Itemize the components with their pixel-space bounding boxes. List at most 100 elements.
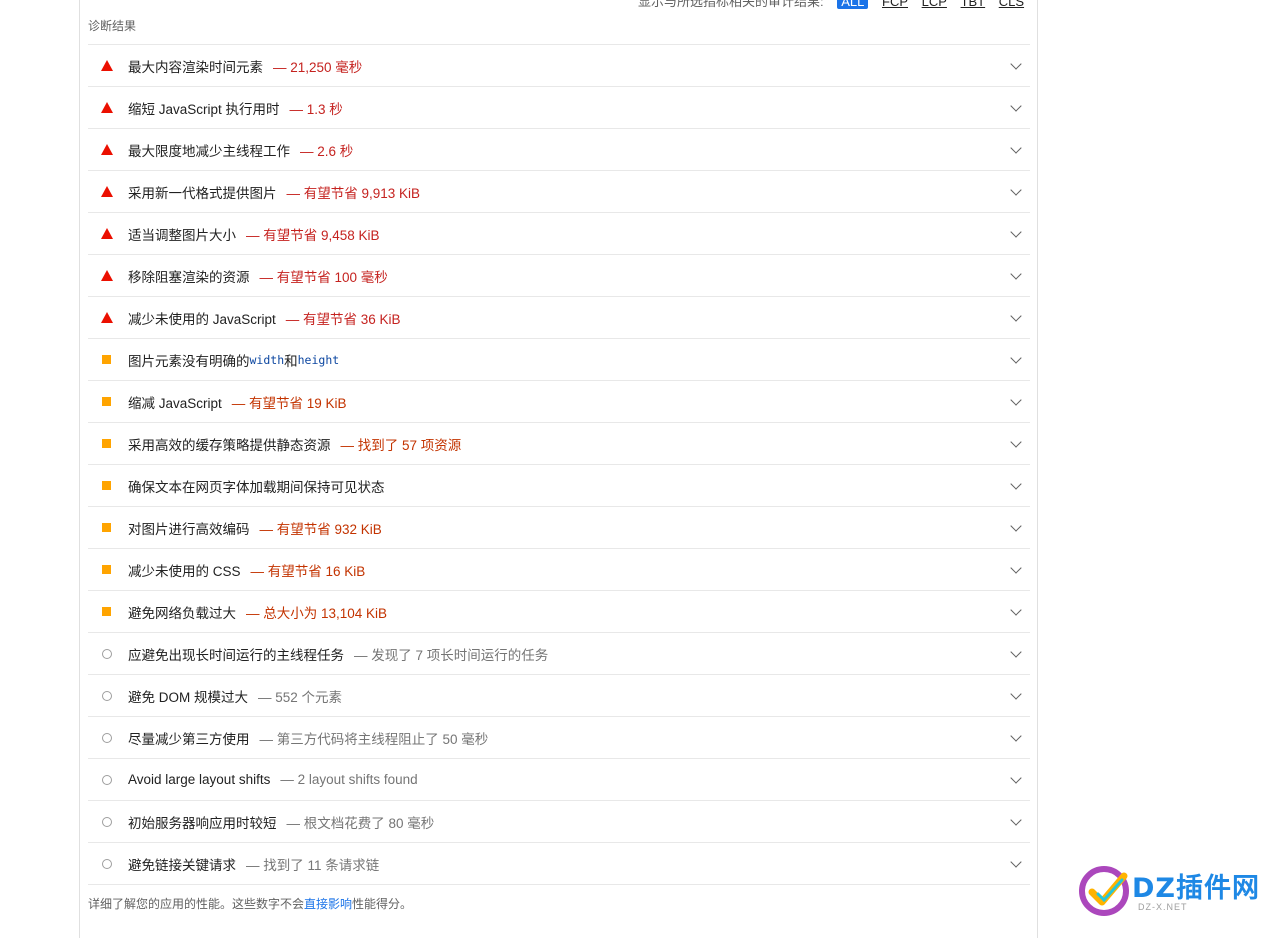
audit-row[interactable]: 最大限度地减少主线程工作 — 2.6 秒 [88, 128, 1030, 170]
audit-display-value: — 有望节省 36 KiB [285, 311, 401, 327]
code-height: height [297, 352, 340, 367]
average-square-icon [102, 439, 111, 448]
severity-icon-wrap [88, 858, 128, 869]
footer-link[interactable]: 直接影响 [304, 897, 352, 911]
section-title: 诊断结果 [88, 19, 137, 33]
watermark-url: DZ-X.NET [1138, 902, 1188, 912]
audit-title: 移除阻塞渲染的资源 [128, 269, 250, 285]
chevron-down-icon[interactable] [1010, 268, 1022, 280]
audit-row[interactable]: 图片元素没有明确的 width 和 height [88, 338, 1030, 380]
severity-icon-wrap [88, 690, 128, 701]
audit-title: 采用高效的缓存策略提供静态资源 [128, 437, 331, 453]
audit-row[interactable]: 减少未使用的 CSS — 有望节省 16 KiB [88, 548, 1030, 590]
audit-title-mid: 和 [284, 353, 298, 369]
filter-cls[interactable]: CLS [999, 0, 1024, 9]
filter-lcp[interactable]: LCP [922, 0, 947, 9]
audit-title: 最大内容渲染时间元素 [128, 59, 263, 75]
audit-display-value: — 找到了 57 项资源 [340, 437, 462, 453]
severity-icon-wrap [88, 439, 128, 448]
severity-icon-wrap [88, 565, 128, 574]
audit-display-value: — 有望节省 16 KiB [250, 563, 366, 579]
audit-row[interactable]: 减少未使用的 JavaScript — 有望节省 36 KiB [88, 296, 1030, 338]
audit-row[interactable]: Avoid large layout shifts — 2 layout shif… [88, 758, 1030, 800]
audit-title: Avoid large layout shifts [128, 772, 271, 787]
fail-triangle-icon [101, 102, 113, 113]
fail-triangle-icon [101, 270, 113, 281]
audit-row[interactable]: 缩短 JavaScript 执行用时 — 1.3 秒 [88, 86, 1030, 128]
chevron-down-icon[interactable] [1010, 814, 1022, 826]
chevron-down-icon[interactable] [1010, 436, 1022, 448]
filter-all[interactable]: ALL [837, 0, 869, 9]
audit-display-value: — 有望节省 932 KiB [259, 521, 382, 537]
audit-row[interactable]: 对图片进行高效编码 — 有望节省 932 KiB [88, 506, 1030, 548]
audit-row[interactable]: 避免链接关键请求 — 找到了 11 条请求链 [88, 842, 1030, 885]
audit-row[interactable]: 最大内容渲染时间元素 — 21,250 毫秒 [88, 44, 1030, 86]
info-circle-icon [102, 816, 112, 827]
watermark-logo: DZ插件网 DZ-X.NET [1078, 862, 1268, 922]
severity-icon-wrap [88, 144, 128, 155]
audit-display-value: — 找到了 11 条请求链 [246, 857, 380, 873]
audit-display-value: — 2.6 秒 [300, 143, 354, 159]
audit-row[interactable]: 避免 DOM 规模过大 — 552 个元素 [88, 674, 1030, 716]
info-circle-icon [102, 690, 112, 701]
chevron-down-icon[interactable] [1010, 520, 1022, 532]
chevron-down-icon[interactable] [1010, 604, 1022, 616]
fail-triangle-icon [101, 312, 113, 323]
chevron-down-icon[interactable] [1010, 58, 1022, 70]
filter-fcp[interactable]: FCP [882, 0, 908, 9]
footer-text-before: 详细了解您的应用的性能。这些数字不会 [88, 897, 305, 911]
chevron-down-icon[interactable] [1010, 226, 1022, 238]
watermark-check-icon [1079, 866, 1129, 916]
audit-row[interactable]: 初始服务器响应用时较短 — 根文档花费了 80 毫秒 [88, 800, 1030, 842]
average-square-icon [102, 355, 111, 364]
audit-title: 应避免出现长时间运行的主线程任务 [128, 647, 344, 663]
severity-icon-wrap [88, 102, 128, 113]
severity-icon-wrap [88, 397, 128, 406]
severity-icon-wrap [88, 270, 128, 281]
audit-title: 图片元素没有明确的 [128, 353, 250, 369]
chevron-down-icon[interactable] [1010, 352, 1022, 364]
chevron-down-icon[interactable] [1010, 394, 1022, 406]
audit-row[interactable]: 避免网络负载过大 — 总大小为 13,104 KiB [88, 590, 1030, 632]
fail-triangle-icon [101, 60, 113, 71]
audit-title: 减少未使用的 JavaScript [128, 311, 276, 327]
watermark-brand: DZ插件网 [1132, 873, 1260, 904]
average-square-icon [102, 565, 111, 574]
audit-row[interactable]: 采用高效的缓存策略提供静态资源 — 找到了 57 项资源 [88, 422, 1030, 464]
audit-row[interactable]: 缩减 JavaScript — 有望节省 19 KiB [88, 380, 1030, 422]
fail-triangle-icon [101, 144, 113, 155]
chevron-down-icon[interactable] [1010, 730, 1022, 742]
audit-title: 采用新一代格式提供图片 [128, 185, 277, 201]
audit-display-value: — 总大小为 13,104 KiB [246, 605, 388, 621]
audit-title: 确保文本在网页字体加载期间保持可见状态 [128, 479, 385, 495]
audit-row[interactable]: 采用新一代格式提供图片 — 有望节省 9,913 KiB [88, 170, 1030, 212]
chevron-down-icon[interactable] [1010, 100, 1022, 112]
chevron-down-icon[interactable] [1010, 688, 1022, 700]
chevron-down-icon[interactable] [1010, 142, 1022, 154]
info-circle-icon [102, 732, 112, 743]
chevron-down-icon[interactable] [1010, 310, 1022, 322]
info-circle-icon [102, 774, 112, 785]
audit-row[interactable]: 确保文本在网页字体加载期间保持可见状态 [88, 464, 1030, 506]
audit-display-value: — 根文档花费了 80 毫秒 [286, 815, 435, 831]
chevron-down-icon[interactable] [1010, 646, 1022, 658]
audit-row[interactable]: 适当调整图片大小 — 有望节省 9,458 KiB [88, 212, 1030, 254]
audit-display-value: — 发现了 7 项长时间运行的任务 [354, 647, 549, 663]
fail-triangle-icon [101, 186, 113, 197]
filter-tbt[interactable]: TBT [961, 0, 986, 9]
audit-display-value: — 有望节省 9,458 KiB [246, 227, 380, 243]
audit-row[interactable]: 尽量减少第三方使用 — 第三方代码将主线程阻止了 50 毫秒 [88, 716, 1030, 758]
audit-row[interactable]: 移除阻塞渲染的资源 — 有望节省 100 毫秒 [88, 254, 1030, 296]
chevron-down-icon[interactable] [1010, 856, 1022, 868]
metric-filter-bar: 显示与所选指标相关的审计结果: ALL FCP LCP TBT CLS [638, 0, 1024, 9]
info-circle-icon [102, 858, 112, 869]
chevron-down-icon[interactable] [1010, 772, 1022, 784]
chevron-down-icon[interactable] [1010, 478, 1022, 490]
code-width: width [249, 352, 285, 367]
footer-text-after: 性能得分。 [352, 897, 413, 911]
audit-title: 最大限度地减少主线程工作 [128, 143, 290, 159]
chevron-down-icon[interactable] [1010, 184, 1022, 196]
audit-row[interactable]: 应避免出现长时间运行的主线程任务 — 发现了 7 项长时间运行的任务 [88, 632, 1030, 674]
audit-title: 缩减 JavaScript [128, 395, 222, 411]
chevron-down-icon[interactable] [1010, 562, 1022, 574]
